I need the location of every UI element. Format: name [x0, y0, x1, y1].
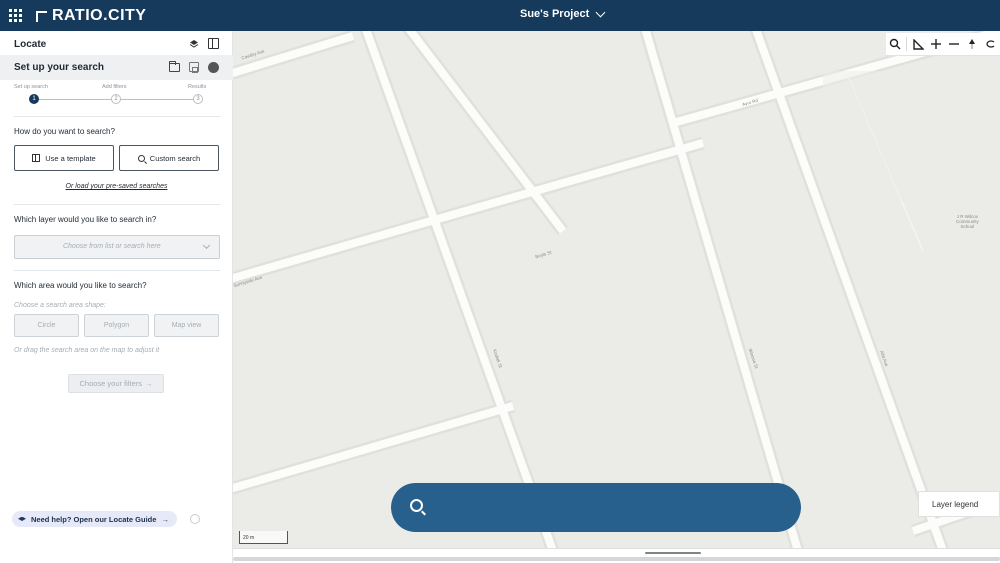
minus-icon — [949, 43, 959, 45]
template-icon — [32, 154, 41, 162]
divider — [14, 116, 220, 117]
step-label-results: Results — [188, 84, 207, 90]
choose-filters-label: Choose your filters — [79, 379, 143, 388]
collapse-panel-icon[interactable] — [208, 38, 219, 49]
rotate-button[interactable] — [981, 35, 999, 53]
search-method-question: How do you want to search? — [14, 127, 115, 136]
horizontal-scrollbar[interactable] — [233, 557, 1000, 561]
folder-icon[interactable] — [169, 61, 180, 72]
map-search-bar[interactable] — [391, 483, 801, 532]
divider — [14, 204, 220, 205]
panel-title: Locate — [14, 39, 47, 50]
setup-header: Set up your search — [0, 55, 233, 80]
map-canvas[interactable]: Cavalry Ave Avro Rd Boyle St Sunnyside A… — [233, 31, 1000, 548]
choose-filters-button[interactable]: Choose your filters → — [68, 374, 164, 393]
layer-legend-button[interactable]: Layer legend — [918, 491, 1000, 517]
drag-area-hint: Or drag the search area on the map to ad… — [14, 347, 160, 354]
logo-text: RATIO.CITY — [52, 6, 147, 24]
toolbar-divider — [906, 37, 907, 51]
chevron-down-icon — [202, 241, 211, 250]
step-dot-3[interactable]: 3 — [193, 94, 203, 104]
graduation-cap-icon — [18, 516, 26, 521]
arrow-right-icon: → — [145, 379, 153, 388]
layer-select-placeholder: Choose from list or search here — [63, 243, 161, 250]
ruler-icon — [912, 38, 924, 50]
area-question: Which area would you like to search? — [14, 281, 147, 290]
search-stepper: Set up search Add filters Results 1 2 3 — [0, 82, 233, 108]
help-guide-button[interactable]: Need help? Open our Locate Guide → — [12, 511, 177, 527]
street-grid — [233, 31, 1000, 548]
drawer-drag-handle[interactable] — [645, 552, 701, 554]
chevron-down-icon — [595, 7, 606, 17]
step-label-setup: Set up search — [14, 84, 48, 90]
polygon-shape-button[interactable]: Polygon — [84, 314, 149, 337]
layer-question: Which layer would you like to search in? — [14, 215, 157, 224]
custom-search-label: Custom search — [149, 153, 201, 163]
save-icon[interactable] — [189, 62, 199, 73]
divider — [14, 270, 220, 271]
zoom-in-button[interactable] — [927, 35, 945, 53]
help-text: Need help? Open our Locate Guide — [31, 514, 157, 524]
area-shape-hint: Choose a search area shape: — [14, 302, 106, 309]
zoom-out-button[interactable] — [945, 35, 963, 53]
step-dot-1[interactable]: 1 — [29, 94, 39, 104]
use-template-button[interactable]: Use a template — [14, 145, 114, 171]
load-saved-searches-link[interactable]: Or load your pre-saved searches — [0, 183, 233, 190]
poi-label: J R Wilcox Community School — [956, 214, 979, 229]
search-icon — [410, 499, 423, 512]
measure-tool[interactable] — [909, 35, 927, 53]
close-help-icon[interactable] — [190, 514, 200, 524]
logo[interactable]: RATIO.CITY — [36, 6, 146, 25]
setup-title: Set up your search — [14, 62, 105, 73]
step-label-filters: Add filters — [102, 84, 127, 90]
custom-search-button[interactable]: Custom search — [119, 145, 219, 171]
step-dot-2[interactable]: 2 — [111, 94, 121, 104]
logo-mark-icon — [36, 11, 47, 22]
map-search-tool[interactable] — [886, 35, 904, 53]
locate-panel: Locate Set up your search Set up search … — [0, 31, 233, 563]
map-toolbar — [886, 33, 1000, 56]
map-view-shape-button[interactable]: Map view — [154, 314, 219, 337]
reset-icon[interactable] — [208, 62, 219, 73]
circle-shape-button[interactable]: Circle — [14, 314, 79, 337]
layers-icon[interactable] — [189, 39, 199, 49]
app-grid-icon[interactable] — [9, 9, 22, 22]
arrow-right-icon: → — [161, 514, 169, 524]
search-icon — [889, 38, 901, 50]
top-bar: RATIO.CITY Sue's Project — [0, 0, 1000, 31]
project-name: Sue's Project — [520, 8, 590, 20]
search-icon — [137, 154, 145, 162]
rotate-icon — [985, 40, 994, 48]
scale-bar: 20 m — [239, 531, 288, 544]
layer-select[interactable]: Choose from list or search here — [14, 235, 220, 259]
compass-icon — [969, 38, 975, 49]
compass-button[interactable] — [963, 35, 981, 53]
plus-icon — [931, 39, 941, 49]
use-template-label: Use a template — [45, 153, 96, 163]
project-selector[interactable]: Sue's Project — [520, 7, 606, 20]
